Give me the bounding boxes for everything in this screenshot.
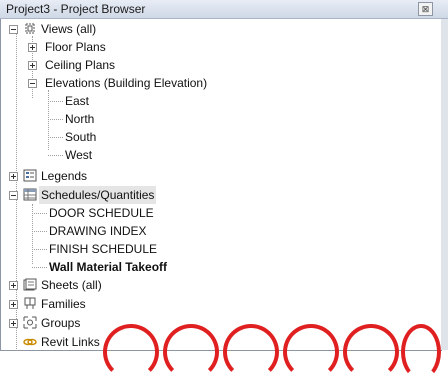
tree-line: [48, 155, 63, 156]
tree-item-label: DRAWING INDEX: [49, 224, 147, 238]
tree-item-door-schedule[interactable]: DOOR SCHEDULE: [47, 204, 156, 222]
expand-toggle[interactable]: [28, 43, 37, 52]
tree-item-families[interactable]: Families: [1, 295, 301, 313]
tree-line: [48, 119, 63, 120]
red-annotation-mark: [283, 324, 339, 380]
expand-toggle[interactable]: [9, 319, 18, 328]
right-edge-scrollbar[interactable]: [441, 19, 448, 350]
tree-item-drawing-index[interactable]: DRAWING INDEX: [47, 222, 149, 240]
tree-line: [48, 137, 63, 138]
red-annotation-mark: [401, 324, 441, 380]
expand-toggle[interactable]: [28, 61, 37, 70]
tree-line: [48, 90, 49, 150]
window-titlebar: Project3 - Project Browser ⊠: [0, 0, 448, 19]
tree-item-label: Sheets (all): [41, 278, 102, 292]
tree-item-label: East: [65, 94, 90, 108]
expand-toggle[interactable]: [9, 281, 18, 290]
window-title: Project3 - Project Browser: [6, 2, 146, 16]
groups-icon: [23, 316, 37, 329]
tree-item-schedules[interactable]: Schedules/Quantities: [1, 186, 301, 204]
tree-item-finish-schedule[interactable]: FINISH SCHEDULE: [47, 240, 159, 258]
tree-line: [32, 231, 47, 232]
tree-item-label: Wall Material Takeoff: [49, 260, 168, 274]
tree-item-label: South: [65, 130, 97, 144]
tree-item-ceiling-plans[interactable]: Ceiling Plans: [1, 56, 301, 74]
tree-item-label: Groups: [41, 316, 81, 330]
tree-line: [48, 101, 63, 102]
sheets-icon: [23, 278, 37, 291]
legends-icon: [23, 169, 37, 182]
collapse-toggle[interactable]: [9, 191, 18, 200]
tree-item-label: Schedules/Quantities: [39, 186, 157, 204]
tree-item-label: FINISH SCHEDULE: [49, 242, 158, 256]
tree-item-label: Revit Links: [41, 335, 100, 349]
project-browser-tree: Views (all) Floor Plans Ceiling Plans El…: [0, 19, 442, 380]
expand-toggle[interactable]: [9, 172, 18, 181]
revit-links-icon: [23, 338, 37, 346]
tree-item-label: Views (all): [41, 22, 97, 36]
expand-toggle[interactable]: [9, 300, 18, 309]
tree-line: [32, 267, 47, 268]
tree-item-views[interactable]: Views (all): [1, 20, 301, 38]
collapse-toggle[interactable]: [28, 79, 37, 88]
tree-item-label: Ceiling Plans: [45, 58, 116, 72]
tree-item-label: Families: [41, 297, 86, 311]
tree-item-sheets[interactable]: Sheets (all): [1, 276, 301, 294]
views-icon: [25, 23, 35, 34]
collapse-toggle[interactable]: [9, 25, 18, 34]
red-annotation-mark: [103, 324, 159, 380]
tree-item-elevations[interactable]: Elevations (Building Elevation): [1, 74, 301, 92]
tree-item-floor-plans[interactable]: Floor Plans: [1, 38, 301, 56]
families-icon: [24, 297, 36, 309]
red-annotation-mark: [163, 324, 219, 380]
tree-line: [32, 249, 47, 250]
close-button[interactable]: ⊠: [418, 2, 433, 16]
schedules-icon: [23, 188, 37, 201]
tree-item-label: North: [65, 112, 95, 126]
tree-line: [32, 213, 47, 214]
red-annotation-mark: [343, 324, 399, 380]
tree-item-legends[interactable]: Legends: [1, 167, 301, 185]
tree-item-wall-material-takeoff[interactable]: Wall Material Takeoff: [47, 258, 169, 276]
tree-item-label: Floor Plans: [45, 40, 106, 54]
red-annotation-mark: [223, 324, 279, 380]
tree-item-label: Legends: [41, 169, 88, 183]
tree-item-label: West: [65, 148, 93, 162]
tree-item-east[interactable]: East: [63, 92, 91, 110]
tree-item-label: DOOR SCHEDULE: [49, 206, 154, 220]
tree-item-south[interactable]: South: [63, 128, 98, 146]
tree-item-west[interactable]: West: [63, 146, 94, 164]
tree-item-label: Elevations (Building Elevation): [45, 76, 208, 90]
tree-item-north[interactable]: North: [63, 110, 96, 128]
